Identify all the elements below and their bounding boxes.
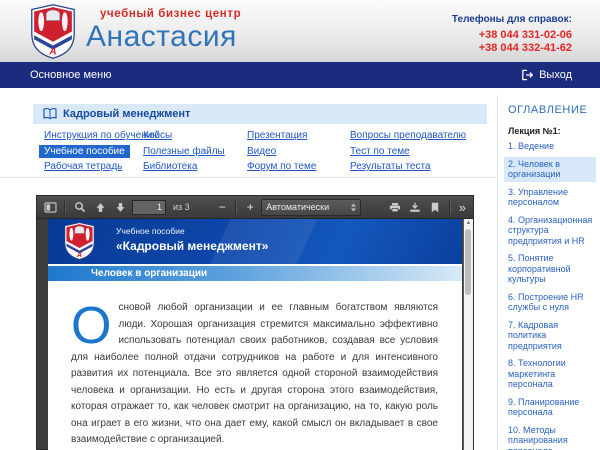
link-test-results[interactable]: Результаты теста <box>350 161 431 172</box>
portal-page: учебный бизнес центр Анастасия Телефоны … <box>0 0 600 450</box>
document-header-band: Учебное пособие «Кадровый менеджмент» <box>48 219 462 264</box>
course-header-bar: Кадровый менеджмент <box>33 104 487 124</box>
more-tools-button[interactable]: » <box>457 200 468 215</box>
content-divider <box>0 177 497 178</box>
pdf-toolbar: из 3 − + Автоматически » <box>37 196 473 219</box>
pdf-scrollbar[interactable]: ▲ <box>463 219 473 450</box>
links-column-3: Презентация Видео Форум по теме <box>247 128 316 175</box>
brand-block: учебный бизнес центр Анастасия <box>86 9 241 52</box>
scroll-up-arrow[interactable]: ▲ <box>464 219 473 227</box>
document-titles: Учебное пособие «Кадровый менеджмент» <box>116 227 268 252</box>
link-forum[interactable]: Форум по теме <box>247 161 316 172</box>
chapter-heading: Человек в организации <box>48 264 462 281</box>
brand-name: Анастасия <box>86 22 241 52</box>
scrollbar-thumb[interactable] <box>465 229 471 295</box>
brand-tagline: учебный бизнес центр <box>100 9 241 21</box>
zoom-out-button[interactable]: − <box>215 200 229 214</box>
page-up-icon[interactable] <box>92 199 108 215</box>
zoom-in-button[interactable]: + <box>243 200 257 214</box>
toc-item-10[interactable]: 10. Методы планирования персонала <box>504 423 596 450</box>
toc-item-2-active[interactable]: 2. Человек в организации <box>504 157 596 182</box>
link-presentation[interactable]: Презентация <box>247 130 307 141</box>
toc-item-1[interactable]: 1. Ведение <box>504 139 596 154</box>
document-crest-logo <box>63 222 96 260</box>
toc-item-8[interactable]: 8. Технологии маркетинга персонала <box>504 356 596 392</box>
logout-icon <box>521 69 534 81</box>
document-subtitle: Учебное пособие <box>116 227 268 236</box>
pdf-viewer: из 3 − + Автоматически » <box>36 195 474 450</box>
zoom-mode-value: Автоматически <box>266 202 329 212</box>
link-questions[interactable]: Вопросы преподавателю <box>350 130 466 141</box>
toolbar-separator <box>449 201 451 214</box>
toc-heading: ОГЛАВЛЕНИЕ <box>508 104 600 116</box>
document-title: «Кадровый менеджмент» <box>116 240 268 252</box>
anastasia-crest-logo <box>27 4 79 59</box>
phone-number: +38 044 331-02-06 <box>452 29 572 42</box>
link-textbook-active[interactable]: Учебное пособие <box>39 145 130 158</box>
sidebar-toggle-icon[interactable] <box>42 199 58 215</box>
main-menu-link[interactable]: Основное меню <box>30 62 111 88</box>
toc-item-4[interactable]: 4. Организационная структура предприятия… <box>504 213 596 249</box>
link-video[interactable]: Видео <box>247 146 276 157</box>
contact-phones: Телефоны для справок: +38 044 331-02-06 … <box>452 13 572 55</box>
toc-sidebar: ОГЛАВЛЕНИЕ Лекция №1: 1. Ведение 2. Чело… <box>497 95 600 450</box>
link-useful-files[interactable]: Полезные файлы <box>143 146 225 157</box>
logout-label: Выход <box>539 62 572 88</box>
pdf-page: Учебное пособие «Кадровый менеджмент» Че… <box>48 219 462 450</box>
toc-lecture-label: Лекция №1: <box>508 126 600 136</box>
links-column-2: Кейсы Полезные файлы Библиотека <box>143 128 225 175</box>
main-navbar: Основное меню Выход <box>0 62 600 88</box>
site-header: учебный бизнес центр Анастасия Телефоны … <box>0 0 600 63</box>
document-body: Основой любой организации и ее главным б… <box>48 281 462 449</box>
dropcap-letter: О <box>71 304 111 348</box>
page-number-input[interactable] <box>132 200 166 215</box>
print-icon[interactable] <box>387 199 403 215</box>
document-paragraph: сновой любой организации и ее главным бо… <box>71 302 438 445</box>
book-icon <box>43 108 57 120</box>
select-arrows-icon <box>351 203 356 212</box>
bookmark-icon[interactable] <box>427 199 443 215</box>
link-library[interactable]: Библиотека <box>143 161 197 172</box>
phone-number: +38 044 332-41-62 <box>452 42 572 55</box>
pdf-canvas: Учебное пособие «Кадровый менеджмент» Че… <box>37 219 473 450</box>
link-cases[interactable]: Кейсы <box>143 130 172 141</box>
download-icon[interactable] <box>407 199 423 215</box>
toolbar-separator <box>235 201 237 214</box>
toolbar-separator <box>64 201 66 214</box>
toc-item-3[interactable]: 3. Управление персоналом <box>504 185 596 210</box>
toc-item-6[interactable]: 6. Построение HR службы с нуля <box>504 290 596 315</box>
page-down-icon[interactable] <box>112 199 128 215</box>
find-icon[interactable] <box>72 199 88 215</box>
link-test[interactable]: Тест по теме <box>350 146 410 157</box>
zoom-mode-select[interactable]: Автоматически <box>261 199 361 216</box>
toc-item-7[interactable]: 7. Кадровая политика предприятия <box>504 318 596 354</box>
link-workbook[interactable]: Рабочая тетрадь <box>44 161 122 172</box>
page-count-label: из 3 <box>173 202 190 212</box>
phones-label: Телефоны для справок: <box>452 13 572 26</box>
links-column-4: Вопросы преподавателю Тест по теме Резул… <box>350 128 466 175</box>
toc-item-5[interactable]: 5. Понятие корпоративной культуры <box>504 251 596 287</box>
toc-item-9[interactable]: 9. Планирование персонала <box>504 395 596 420</box>
course-title: Кадровый менеджмент <box>63 108 190 120</box>
logout-button[interactable]: Выход <box>521 62 572 88</box>
